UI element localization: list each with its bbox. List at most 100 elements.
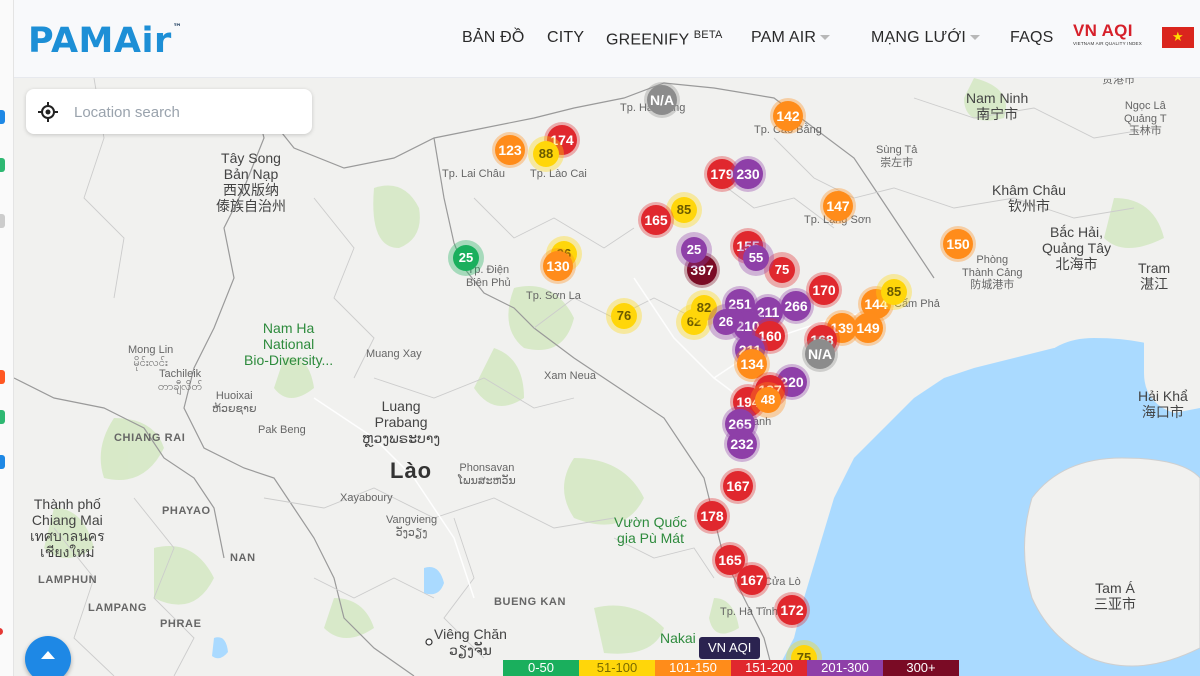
location-search-box[interactable] — [26, 89, 312, 134]
top-navbar: PAMAir™ BẢN ĐỒ CITY GREENIFY BETA PAM AI… — [14, 0, 1200, 78]
place-label: Luang Prabang ຫຼວງພຣະບາງ — [362, 398, 441, 447]
aqi-station-marker[interactable]: 88 — [528, 136, 564, 172]
place-label: Mong Lin မိုင်းလင်း — [128, 344, 174, 369]
edge-tab-icon[interactable] — [0, 214, 5, 228]
aqi-station-marker[interactable]: 165 — [638, 202, 674, 238]
pamair-logo[interactable]: PAMAir™ — [28, 24, 182, 59]
edge-dot-icon — [0, 628, 3, 635]
aqi-station-marker[interactable]: 123 — [492, 132, 528, 168]
aqi-station-marker[interactable]: 130 — [540, 248, 576, 284]
place-label: BUENG KAN — [494, 596, 567, 608]
aqi-legend: 0-50 51-100 101-150 151-200 201-300 300+ — [503, 660, 959, 676]
aqi-marker-value: 88 — [533, 141, 559, 167]
aqi-station-marker[interactable]: 230 — [730, 156, 766, 192]
place-label: Muang Xay — [366, 348, 422, 360]
aqi-station-marker[interactable]: N/A — [644, 82, 680, 118]
aqi-marker-value: 142 — [773, 101, 803, 131]
place-label: Sùng Tả 崇左市 — [876, 144, 918, 169]
place-label: PHRAE — [160, 618, 202, 630]
aqi-station-marker[interactable]: 147 — [820, 188, 856, 224]
aqi-marker-value: 150 — [943, 229, 973, 259]
aqi-marker-value: 167 — [737, 565, 767, 595]
aqi-map[interactable]: Tây Song Bản Nạp 西双版纳 傣族自治州 Nam Ninh 南宁市 Sùng … — [14, 78, 1200, 676]
place-label: Nam Ha National Bio-Diversity... — [244, 320, 334, 369]
legend-range: 101-150 — [655, 660, 731, 676]
place-label: Tây Song Bản Nạp 西双版纳 傣族自治州 — [216, 150, 286, 215]
aqi-station-marker[interactable]: 150 — [940, 226, 976, 262]
nav-faqs[interactable]: FAQS — [1010, 29, 1053, 47]
app: PAMAir™ BẢN ĐỒ CITY GREENIFY BETA PAM AI… — [0, 0, 1200, 676]
place-label: Thành phố Chiang Mai เทศบาลนคร เชียงใหม่ — [30, 496, 105, 561]
place-label: Vangvieng ວັງວຽງ — [386, 514, 438, 539]
aqi-station-marker[interactable]: 232 — [724, 426, 760, 462]
nav-city[interactable]: CITY — [547, 29, 584, 47]
nav-pam-air[interactable]: PAM AIR — [751, 29, 831, 47]
aqi-station-marker[interactable]: 149 — [850, 310, 886, 346]
nav-greenify[interactable]: GREENIFY BETA — [606, 29, 722, 49]
locate-icon[interactable] — [38, 102, 58, 122]
vietnam-flag-icon[interactable]: ★ — [1162, 27, 1194, 48]
aqi-marker-value: 167 — [723, 471, 753, 501]
aqi-marker-value: 85 — [671, 197, 697, 223]
aqi-marker-value: 25 — [681, 237, 707, 263]
place-label: Nakai — [660, 630, 696, 646]
aqi-station-marker[interactable]: 170 — [806, 272, 842, 308]
scroll-up-button[interactable] — [25, 636, 71, 676]
place-label: LAMPHUN — [38, 574, 98, 586]
place-label: Tram 湛江 — [1138, 260, 1171, 293]
aqi-station-marker[interactable]: 167 — [720, 468, 756, 504]
aqi-station-marker[interactable]: 76 — [606, 298, 642, 334]
aqi-station-marker[interactable]: 25 — [448, 240, 484, 276]
edge-tab-icon[interactable] — [0, 410, 5, 424]
place-label: Tp. Hà Tĩnh — [720, 606, 778, 618]
aqi-station-marker[interactable]: 48 — [750, 382, 786, 418]
aqi-marker-value: 26 — [713, 309, 739, 335]
place-label: 贵港市 — [1102, 78, 1135, 86]
nav-mang-luoi[interactable]: MẠNG LƯỚI — [871, 29, 980, 47]
place-label: Ngọc Lâ Quảng T 玉林市 — [1124, 100, 1167, 138]
place-label: PHAYAO — [162, 505, 211, 517]
aqi-scale-badge: VN AQI — [699, 637, 761, 659]
place-label: Tp. Lai Châu — [442, 168, 505, 180]
edge-tab-icon[interactable] — [0, 110, 5, 124]
edge-tab-icon[interactable] — [0, 158, 5, 172]
legend-range: 51-100 — [579, 660, 655, 676]
place-label: Phòng Thành Cảng 防城港市 — [962, 254, 1023, 292]
location-search-input[interactable] — [74, 99, 294, 125]
aqi-station-marker[interactable]: 25 — [676, 232, 712, 268]
aqi-station-marker[interactable]: N/A — [802, 336, 838, 372]
aqi-station-marker[interactable]: 55 — [738, 240, 774, 276]
place-label: Tachileik တာချီလိတ် — [158, 368, 203, 393]
place-label: Vườn Quốc gia Pù Mát — [614, 514, 688, 547]
place-label: Nam Ninh 南宁市 — [966, 90, 1029, 123]
aqi-marker-value: 232 — [727, 429, 757, 459]
aqi-marker-value: 165 — [641, 205, 671, 235]
place-label: Xam Neua — [544, 370, 596, 382]
aqi-station-marker[interactable]: 85 — [876, 274, 912, 310]
aqi-marker-value: 123 — [495, 135, 525, 165]
place-label: Tam Á 三亚市 — [1094, 580, 1136, 613]
place-label: Phonsavan ໂພນສະຫວັນ — [458, 462, 516, 487]
aqi-marker-value: 172 — [777, 595, 807, 625]
aqi-marker-value: 130 — [543, 251, 573, 281]
aqi-marker-value: 76 — [611, 303, 637, 329]
aqi-station-marker[interactable]: 167 — [734, 562, 770, 598]
scroll-up-icon — [41, 651, 55, 659]
nav-ban-do[interactable]: BẢN ĐỒ — [462, 29, 525, 47]
aqi-station-marker[interactable]: 178 — [694, 498, 730, 534]
chevron-down-icon — [969, 35, 980, 41]
place-label: Lào — [390, 458, 433, 483]
aqi-marker-value: 170 — [809, 275, 839, 305]
aqi-marker-value: 147 — [823, 191, 853, 221]
vn-aqi-logo[interactable]: VN AQI VIETNAM AIR QUALITY INDEX — [1073, 22, 1143, 46]
legend-range: 300+ — [883, 660, 959, 676]
place-label: CHIANG RAI — [114, 432, 186, 444]
edge-tab-icon[interactable] — [0, 455, 5, 469]
edge-tab-icon[interactable] — [0, 370, 5, 384]
legend-range: 201-300 — [807, 660, 883, 676]
place-label: Xayaboury — [340, 492, 393, 504]
aqi-station-marker[interactable]: 172 — [774, 592, 810, 628]
aqi-station-marker[interactable]: 142 — [770, 98, 806, 134]
chevron-down-icon — [820, 35, 831, 41]
legend-range: 151-200 — [731, 660, 807, 676]
